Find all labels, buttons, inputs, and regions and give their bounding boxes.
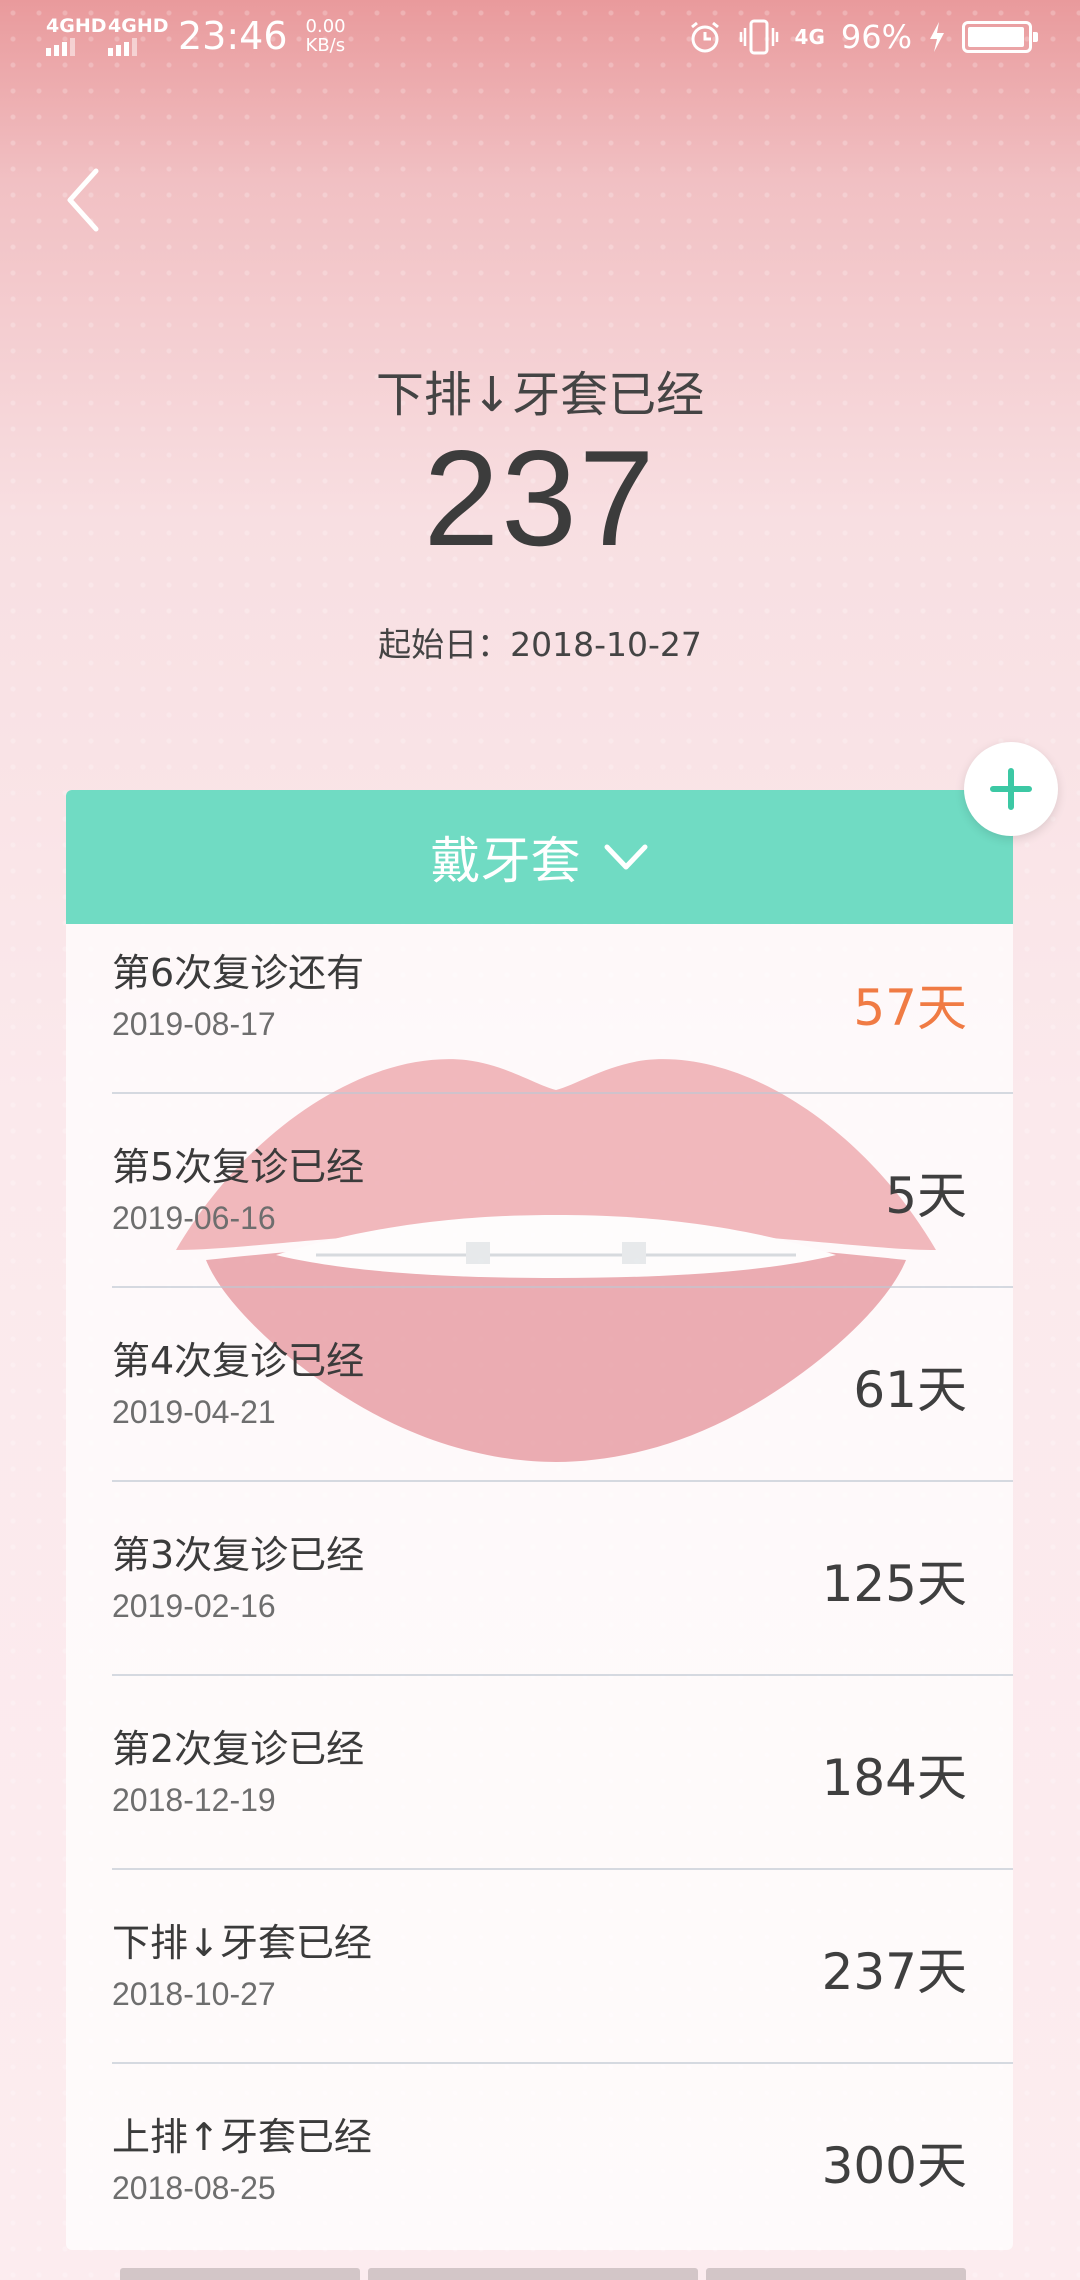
day-count: 237 <box>423 422 657 574</box>
network-label: 4GHD <box>108 15 169 37</box>
list-item[interactable]: 第3次复诊已经 2019-02-16 125天 <box>112 1482 1013 1676</box>
signal-bars-icon <box>108 36 137 56</box>
event-card: 戴牙套 第6次复诊还有 2019-08-17 57天第5次复诊已经 2019-06-1… <box>66 790 1013 2250</box>
battery-percent: 96% <box>840 18 912 56</box>
list-item[interactable]: 第2次复诊已经 2018-12-19 184天 <box>112 1676 1013 1870</box>
list-item[interactable]: 上排↑牙套已经 2018-08-25 300天 <box>112 2064 1013 2250</box>
network-4g-label: 4G <box>794 25 825 49</box>
item-date: 2019-06-16 <box>112 1200 276 1236</box>
speed-value: 0.00 <box>305 16 346 37</box>
start-date: 起始日：2018-10-27 <box>378 625 702 664</box>
item-title: 第4次复诊已经 <box>112 1339 365 1383</box>
item-title: 第5次复诊已经 <box>112 1145 365 1189</box>
list-item[interactable]: 第4次复诊已经 2019-04-21 61天 <box>112 1288 1013 1482</box>
network-label: 4GHD <box>46 15 107 37</box>
item-days: 300天 <box>821 2137 967 2195</box>
item-date: 2018-10-27 <box>112 1976 276 2012</box>
category-selector[interactable]: 戴牙套 <box>66 790 1013 924</box>
counter-title: 下排↓牙套已经 <box>375 367 705 423</box>
bottom-tab-indicators <box>120 2268 1000 2280</box>
item-days: 184天 <box>821 1749 967 1807</box>
item-date: 2019-02-16 <box>112 1588 276 1624</box>
item-days: 125天 <box>821 1555 967 1613</box>
list-item[interactable]: 第6次复诊还有 2019-08-17 57天 <box>112 924 1013 1094</box>
back-button[interactable] <box>62 165 122 235</box>
item-title: 上排↑牙套已经 <box>112 2115 372 2159</box>
item-days: 57天 <box>853 979 967 1037</box>
alarm-icon <box>690 21 719 53</box>
add-button[interactable] <box>964 742 1058 836</box>
item-title: 第2次复诊已经 <box>112 1727 365 1771</box>
plus-icon <box>990 768 1032 810</box>
item-days: 61天 <box>853 1361 967 1419</box>
item-date: 2018-08-25 <box>112 2170 276 2206</box>
list-item[interactable]: 第5次复诊已经 2019-06-16 5天 <box>112 1094 1013 1288</box>
item-title: 下排↓牙套已经 <box>112 1921 372 1965</box>
bolt-icon <box>930 22 944 52</box>
chevron-down-icon <box>604 844 647 870</box>
back-arrow-icon <box>67 168 99 232</box>
item-days: 5天 <box>885 1167 967 1225</box>
signal-2: 4GHD <box>108 16 169 56</box>
event-list: 第6次复诊还有 2019-08-17 57天 第5次复诊已经 2019-06-16 5天第… <box>66 924 1013 2250</box>
signal-bars-icon <box>46 36 75 56</box>
item-date: 2019-04-21 <box>112 1394 276 1430</box>
speed-unit: KB/s <box>305 35 346 56</box>
item-title: 第3次复诊已经 <box>112 1533 365 1577</box>
status-bar: 4GHD 4GHD 23:46 0.00 KB/s 4G 96% <box>0 0 1080 80</box>
item-date: 2019-08-17 <box>112 1006 276 1042</box>
network-speed: 0.00 KB/s <box>306 17 346 55</box>
status-right: 4G 96% <box>687 18 1038 56</box>
item-date: 2018-12-19 <box>112 1782 276 1818</box>
item-title: 第6次复诊还有 <box>112 951 365 995</box>
signal-1: 4GHD <box>46 16 107 56</box>
vibrate-icon <box>739 19 778 55</box>
battery-level <box>968 27 1024 47</box>
item-days: 237天 <box>821 1943 967 2001</box>
list-item[interactable]: 下排↓牙套已经 2018-10-27 237天 <box>112 1870 1013 2064</box>
battery-icon <box>962 21 1038 53</box>
clock: 23:46 <box>178 14 288 58</box>
status-left: 4GHD 4GHD 23:46 0.00 KB/s <box>46 14 346 58</box>
category-label: 戴牙套 <box>430 832 581 890</box>
